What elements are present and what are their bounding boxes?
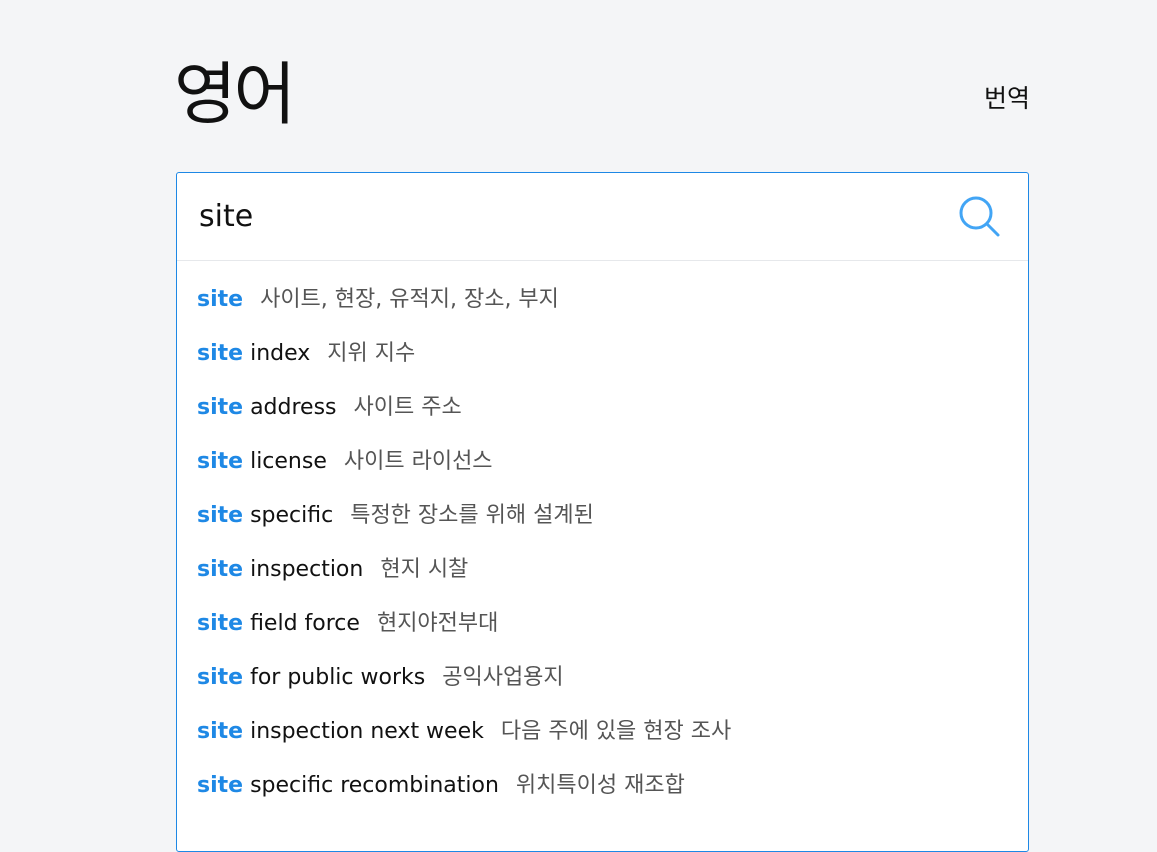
suggestion-phrase: for public works [250,665,426,690]
suggestion-meaning: 현지야전부대 [376,611,499,636]
suggestion-keyword: site [197,665,244,690]
suggestion-item[interactable]: site specific 특정한 장소를 위해 설계된 [177,489,1028,543]
suggestion-item[interactable]: site inspection 현지 시찰 [177,543,1028,597]
suggestion-item[interactable]: site specific recombination 위치특이성 재조합 [177,759,1028,813]
suggestion-meaning: 특정한 장소를 위해 설계된 [350,503,594,528]
suggestion-phrase: address [250,395,337,420]
suggestion-meaning: 사이트, 현장, 유적지, 장소, 부지 [260,287,559,312]
suggestion-keyword: site [197,503,244,528]
search-panel: site 사이트, 현장, 유적지, 장소, 부지 site index 지위 … [176,172,1029,852]
suggestion-keyword: site [197,719,244,744]
search-input[interactable] [199,191,939,241]
suggestion-keyword: site [197,449,244,474]
suggestion-meaning: 사이트 라이선스 [343,449,493,474]
suggestion-item[interactable]: site address 사이트 주소 [177,381,1028,435]
suggestion-phrase: inspection next week [250,719,484,744]
page-logo[interactable]: 영어 [174,52,296,140]
suggestion-list: site 사이트, 현장, 유적지, 장소, 부지 site index 지위 … [177,273,1028,813]
suggestion-meaning: 현지 시찰 [380,557,469,582]
suggestion-phrase: field force [250,611,360,636]
suggestion-item[interactable]: site inspection next week 다음 주에 있을 현장 조사 [177,705,1028,759]
suggestion-phrase: inspection [250,557,364,582]
suggestion-phrase: index [250,341,311,366]
suggestion-phrase: specific [250,503,334,528]
translate-link[interactable]: 번역 [984,84,1030,114]
suggestion-keyword: site [197,341,244,366]
suggestion-keyword: site [197,773,244,798]
suggestion-item[interactable]: site 사이트, 현장, 유적지, 장소, 부지 [177,273,1028,327]
suggestion-phrase: specific recombination [250,773,499,798]
suggestion-meaning: 위치특이성 재조합 [515,773,685,798]
search-bar [177,173,1028,261]
suggestion-keyword: site [197,395,244,420]
suggestion-meaning: 지위 지수 [327,341,416,366]
suggestion-item[interactable]: site for public works 공익사업용지 [177,651,1028,705]
suggestion-item[interactable]: site index 지위 지수 [177,327,1028,381]
suggestion-meaning: 다음 주에 있을 현장 조사 [500,719,732,744]
suggestion-item[interactable]: site license 사이트 라이선스 [177,435,1028,489]
suggestion-item[interactable]: site field force 현지야전부대 [177,597,1028,651]
suggestion-meaning: 사이트 주소 [353,395,462,420]
suggestion-keyword: site [197,557,244,582]
suggestion-keyword: site [197,287,244,312]
suggestion-keyword: site [197,611,244,636]
suggestion-phrase: license [250,449,327,474]
search-icon[interactable] [958,195,1002,239]
suggestion-meaning: 공익사업용지 [442,665,564,690]
